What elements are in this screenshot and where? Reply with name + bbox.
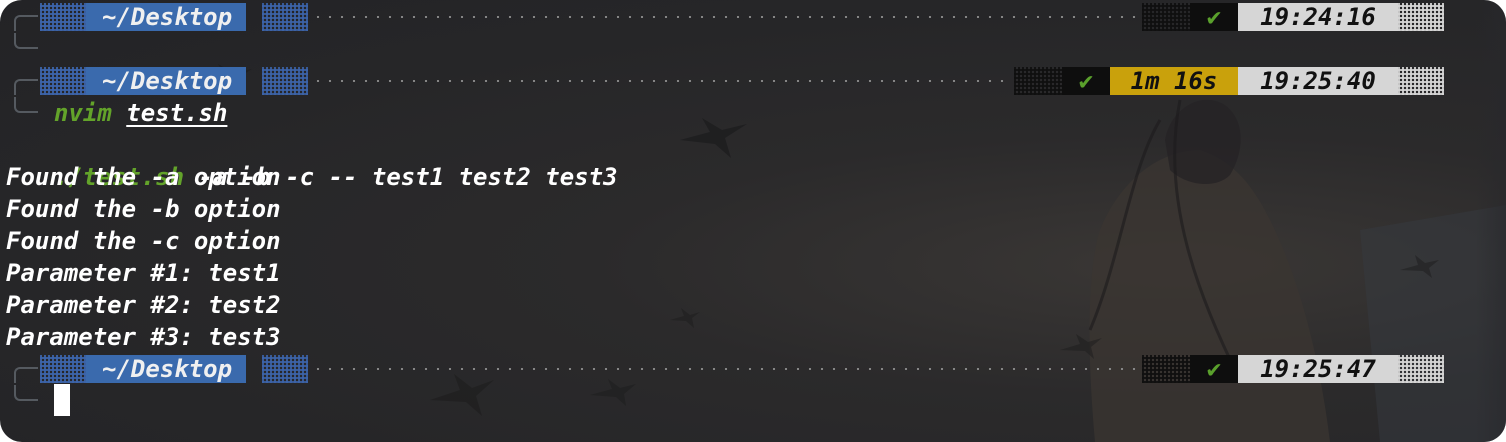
time-segment: 19:24:16 (1238, 3, 1398, 31)
directory-segment: ~/Desktop (86, 355, 247, 383)
status-segment-fade (1142, 355, 1190, 383)
prompt-corner-top (14, 79, 38, 95)
time-segment: 19:25:40 (1238, 67, 1398, 95)
success-check-icon: ✔ (1062, 67, 1110, 95)
command-line[interactable] (0, 385, 1506, 417)
command-line: ./test.sh -a -b -c -- test1 test2 test3 (0, 97, 1506, 191)
time-segment-fade (1398, 67, 1444, 95)
dir-segment-fade-right (262, 67, 308, 95)
prompt-corner-bottom (14, 33, 38, 49)
prompt-line: ~/Desktop ✔ 19:24:16 (0, 1, 1506, 33)
dir-segment-fade-right (262, 3, 308, 31)
time-segment-fade (1398, 3, 1444, 31)
time-segment-fade (1398, 355, 1444, 383)
prompt-filler-dots (312, 16, 1142, 18)
text-cursor[interactable] (54, 384, 70, 416)
prompt-corner-bottom (14, 97, 38, 113)
dir-segment-fade-left (40, 355, 88, 383)
dir-segment-fade-right (262, 355, 308, 383)
time-segment: 19:25:47 (1238, 355, 1398, 383)
prompt-line: ~/Desktop ✔ 1m 16s 19:25:40 (0, 65, 1506, 97)
prompt-filler-dots (312, 368, 1142, 370)
duration-segment: 1m 16s (1110, 67, 1238, 95)
prompt-line: ~/Desktop ✔ 19:25:47 (0, 353, 1506, 385)
status-segment-fade (1142, 3, 1190, 31)
success-check-icon: ✔ (1190, 355, 1238, 383)
prompt-corner-top (14, 367, 38, 383)
directory-segment: ~/Desktop (86, 3, 247, 31)
prompt-filler-dots (312, 80, 1012, 82)
terminal-window[interactable]: ~/Desktop ✔ 19:24:16 nvim test.sh ~/Desk… (0, 0, 1506, 442)
command-line: nvim test.sh (0, 33, 1506, 127)
dir-segment-fade-left (40, 3, 88, 31)
prompt-corner-top (14, 15, 38, 31)
prompt-corner-bottom (14, 385, 38, 401)
success-check-icon: ✔ (1190, 3, 1238, 31)
directory-segment: ~/Desktop (86, 67, 247, 95)
dir-segment-fade-left (40, 67, 88, 95)
status-segment-fade (1014, 67, 1062, 95)
